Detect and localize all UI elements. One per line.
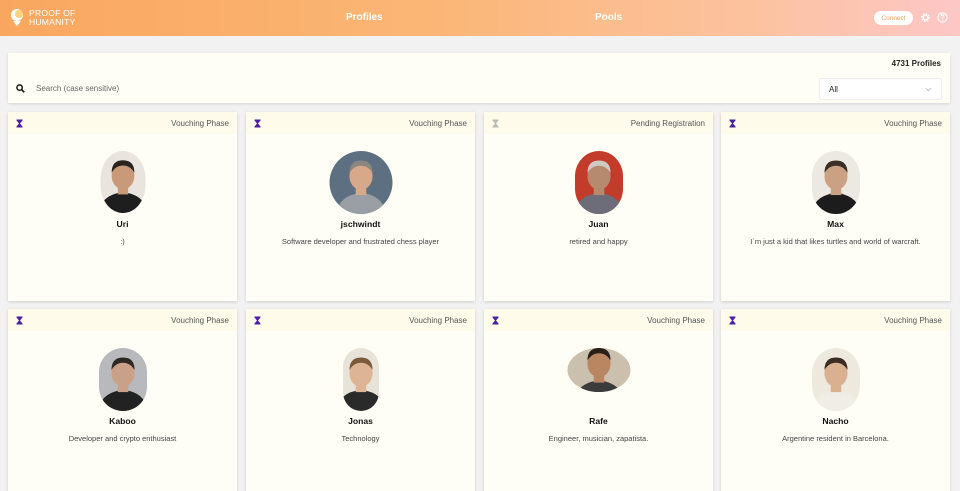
- profile-card[interactable]: Vouching Phase Uri :): [8, 112, 237, 301]
- profile-count: 4731 Profiles: [891, 59, 941, 68]
- top-bar: PROOF OF HUMANITY Profiles Pools Connect: [0, 0, 960, 36]
- profile-name: Kaboo: [109, 416, 136, 426]
- connect-button[interactable]: Connect: [874, 11, 913, 25]
- avatar: [98, 348, 147, 411]
- proof-of-humanity-logo[interactable]: [9, 7, 25, 27]
- avatar: [342, 348, 379, 411]
- profile-name: Uri: [116, 219, 129, 229]
- profile-card[interactable]: Vouching Phase Rafe Engineer, musician, …: [484, 309, 713, 491]
- profile-bio: Software developer and frustrated chess …: [281, 237, 440, 246]
- search-icon: [16, 84, 25, 93]
- avatar: [567, 348, 630, 392]
- avatar: [811, 348, 860, 411]
- status-label: Vouching Phase: [171, 119, 229, 128]
- profile-name: jschwindt: [340, 219, 381, 229]
- settings-gear-icon[interactable]: [920, 12, 931, 23]
- profile-card[interactable]: Vouching Phase Jonas Technology: [246, 309, 475, 491]
- profile-bio: Engineer, musician, zapatista.: [548, 434, 649, 443]
- status-label: Vouching Phase: [884, 119, 942, 128]
- search-panel: 4731 Profiles All: [8, 53, 950, 103]
- card-status-bar: Vouching Phase: [721, 309, 950, 331]
- card-status-bar: Vouching Phase: [484, 309, 713, 331]
- profile-bio: Argentine resident in Barcelona.: [782, 434, 889, 443]
- status-label: Vouching Phase: [409, 119, 467, 128]
- avatar: [329, 151, 392, 214]
- hourglass-icon: [16, 316, 23, 325]
- profile-bio: retired and happy: [569, 237, 628, 246]
- profile-card[interactable]: Pending Registration Juan retired and ha…: [484, 112, 713, 301]
- status-label: Pending Registration: [630, 119, 705, 128]
- profile-card[interactable]: Vouching Phase Kaboo Developer and crypt…: [8, 309, 237, 491]
- status-label: Vouching Phase: [171, 316, 229, 325]
- profile-name: Nacho: [822, 416, 849, 426]
- avatar: [574, 151, 623, 214]
- hourglass-icon: [16, 119, 23, 128]
- nav-pools[interactable]: Pools: [595, 12, 622, 23]
- brand-name[interactable]: PROOF OF HUMANITY: [29, 9, 75, 27]
- profile-bio: :): [120, 237, 125, 246]
- hourglass-icon: [254, 119, 261, 128]
- card-status-bar: Vouching Phase: [8, 112, 237, 134]
- profile-card[interactable]: Vouching Phase Nacho Argentine resident …: [721, 309, 950, 491]
- hourglass-icon: [729, 316, 736, 325]
- profile-card[interactable]: Vouching Phase Max I´m just a kid that l…: [721, 112, 950, 301]
- profile-name: Juan: [588, 219, 609, 229]
- card-status-bar: Vouching Phase: [246, 309, 475, 331]
- brand-line-2: HUMANITY: [29, 17, 76, 27]
- chevron-down-icon: [925, 87, 932, 92]
- hourglass-icon: [254, 316, 261, 325]
- avatar: [100, 151, 145, 213]
- status-filter-select[interactable]: All: [819, 78, 942, 100]
- help-icon[interactable]: [937, 12, 948, 23]
- card-status-bar: Vouching Phase: [721, 112, 950, 134]
- profile-card[interactable]: Vouching Phase jschwindt Software develo…: [246, 112, 475, 301]
- profile-bio: I´m just a kid that likes turtles and wo…: [750, 237, 921, 246]
- filter-selected-value: All: [829, 84, 838, 94]
- profile-name: Max: [827, 219, 844, 229]
- status-label: Vouching Phase: [647, 316, 705, 325]
- card-status-bar: Vouching Phase: [246, 112, 475, 134]
- card-status-bar: Pending Registration: [484, 112, 713, 134]
- profile-bio: Developer and crypto enthusiast: [68, 434, 177, 443]
- status-label: Vouching Phase: [409, 316, 467, 325]
- card-status-bar: Vouching Phase: [8, 309, 237, 331]
- hourglass-icon: [492, 316, 499, 325]
- avatar: [811, 151, 860, 214]
- profile-bio: Technology: [341, 434, 380, 443]
- hourglass-icon: [729, 119, 736, 128]
- search-input[interactable]: [36, 80, 636, 96]
- nav-profiles[interactable]: Profiles: [346, 12, 383, 23]
- status-label: Vouching Phase: [884, 316, 942, 325]
- hourglass-icon: [492, 119, 499, 128]
- profile-name: Jonas: [348, 416, 373, 426]
- profile-name: Rafe: [589, 416, 608, 426]
